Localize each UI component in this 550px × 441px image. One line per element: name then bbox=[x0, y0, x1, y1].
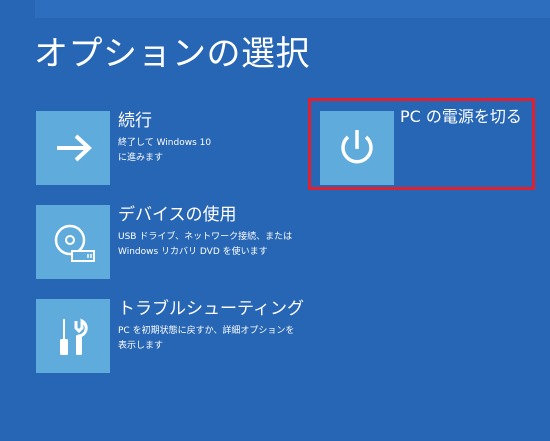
top-strip bbox=[35, 0, 550, 18]
option-continue-tile[interactable] bbox=[36, 111, 110, 185]
option-power-off-title[interactable]: PC の電源を切る bbox=[400, 105, 522, 129]
option-use-device-tile[interactable] bbox=[36, 205, 110, 279]
option-troubleshoot[interactable]: トラブルシューティング PC を初期状態に戻すか、詳細オプションを 表示します bbox=[36, 299, 304, 375]
option-continue-title[interactable]: 続行 bbox=[118, 109, 152, 133]
option-power-off[interactable]: PC の電源を切る bbox=[320, 107, 532, 187]
option-use-device-title[interactable]: デバイスの使用 bbox=[118, 203, 237, 227]
tools-icon bbox=[60, 318, 88, 355]
option-power-off-tile[interactable] bbox=[320, 111, 394, 185]
option-troubleshoot-tile[interactable] bbox=[36, 299, 110, 373]
arrow-right-icon bbox=[57, 134, 92, 162]
option-continue-description: 終了して Windows 10 に進みます bbox=[118, 138, 212, 163]
option-troubleshoot-description: PC を初期状態に戻すか、詳細オプションを 表示します bbox=[118, 326, 295, 351]
disc-drive-icon bbox=[54, 224, 95, 262]
option-use-device-description: USB ドライブ、ネットワーク接続、または Windows リカバリ DVD を… bbox=[118, 232, 293, 257]
option-troubleshoot-title[interactable]: トラブルシューティング bbox=[118, 297, 304, 321]
option-use-device[interactable]: デバイスの使用 USB ドライブ、ネットワーク接続、または Windows リカ… bbox=[36, 205, 296, 281]
power-icon bbox=[341, 130, 373, 164]
page-title: オプションの選択 bbox=[34, 34, 310, 74]
option-continue[interactable]: 続行 終了して Windows 10 に進みます bbox=[36, 111, 296, 187]
